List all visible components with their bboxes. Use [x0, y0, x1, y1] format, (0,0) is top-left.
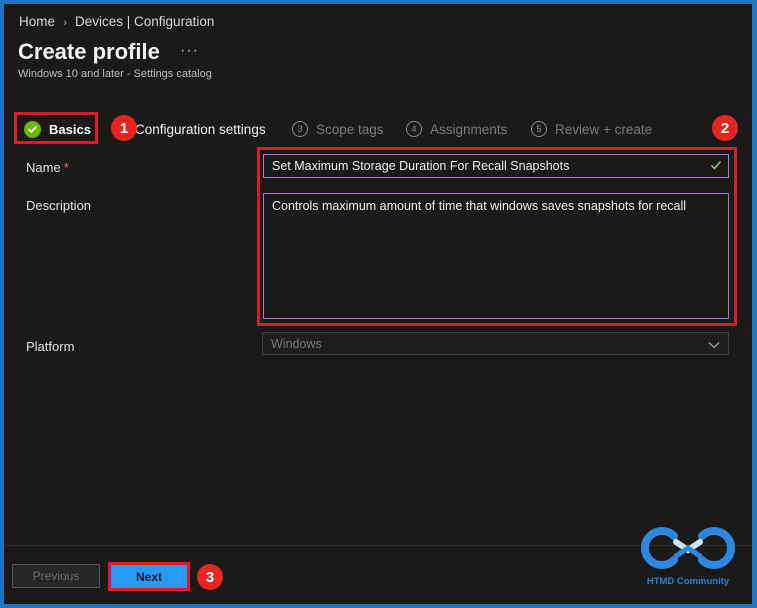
watermark-text: HTMD Community: [646, 576, 730, 587]
page-title: Create profile: [18, 39, 160, 64]
htmd-logo-icon: [640, 527, 736, 569]
step-label: Configuration settings: [135, 121, 266, 137]
name-label-text: Name: [26, 160, 61, 175]
breadcrumb-devices-configuration[interactable]: Devices | Configuration: [75, 14, 214, 29]
description-label: Description: [26, 198, 92, 213]
step-label: Scope tags: [316, 121, 384, 137]
annotation-badge-3: 3: [197, 564, 223, 590]
name-label: Name *: [26, 160, 69, 175]
step-assignments: 4 Assignments: [406, 114, 507, 144]
annotation-badge-2: 2: [712, 115, 738, 141]
highlight-box-basics: [14, 112, 98, 144]
breadcrumb-separator: ›: [63, 14, 68, 29]
next-button[interactable]: Next: [111, 565, 187, 588]
step-label: Review + create: [555, 121, 653, 137]
previous-button: Previous: [12, 564, 100, 588]
step-number: 3: [292, 121, 308, 137]
step-number: 5: [531, 121, 547, 137]
step-scope-tags: 3 Scope tags: [292, 114, 384, 144]
platform-select: Windows: [262, 332, 729, 355]
platform-label: Platform: [26, 339, 75, 354]
step-label: Assignments: [430, 121, 508, 137]
highlight-box-fields: [257, 147, 737, 326]
page-subtitle: Windows 10 and later - Settings catalog: [18, 68, 212, 80]
required-marker: *: [63, 160, 69, 175]
platform-value: Windows: [271, 337, 322, 351]
breadcrumb-home[interactable]: Home: [19, 14, 55, 29]
breadcrumb: Home › Devices | Configuration: [19, 14, 214, 29]
annotation-badge-1: 1: [111, 115, 137, 141]
step-number: 4: [406, 121, 422, 137]
step-review-create: 5 Review + create: [531, 114, 652, 144]
step-configuration-settings[interactable]: Configuration settings: [135, 114, 266, 144]
create-profile-panel: Home › Devices | Configuration Create pr…: [4, 4, 752, 604]
htmd-logo: HTMD Community: [640, 522, 736, 592]
chevron-down-icon: [708, 338, 720, 352]
more-icon[interactable]: ···: [180, 42, 199, 60]
